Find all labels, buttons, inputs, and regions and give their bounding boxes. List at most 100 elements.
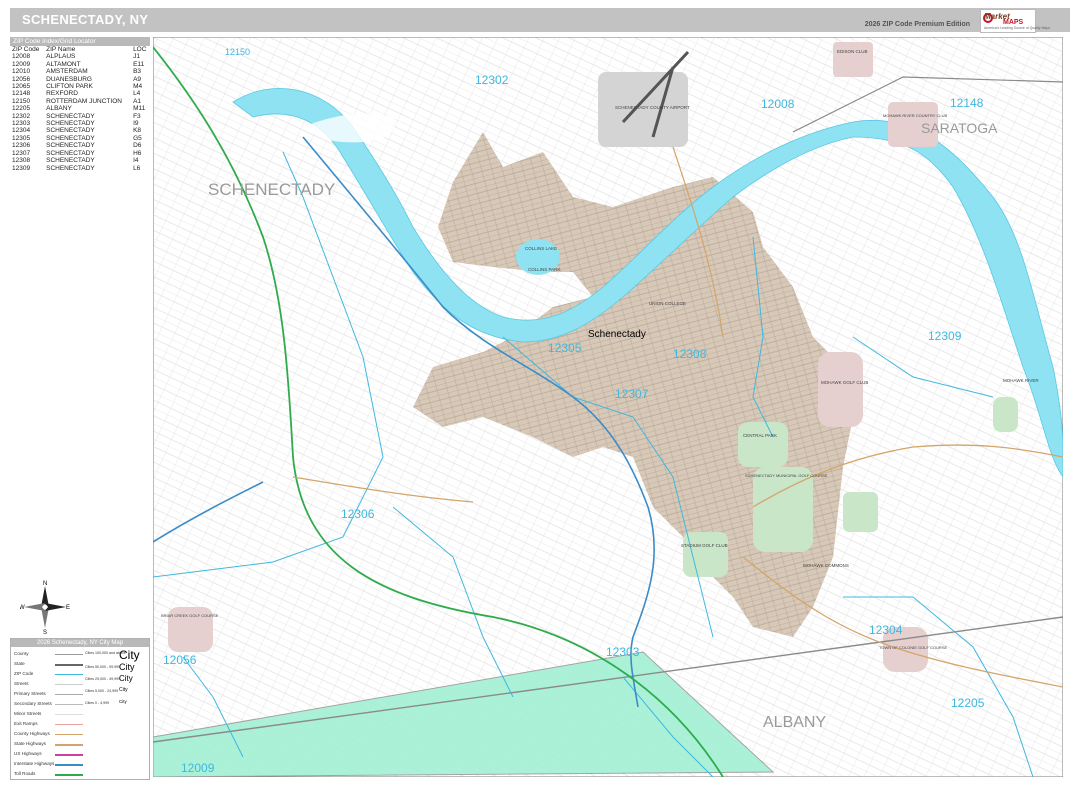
zip-code: 12205 [12,105,31,113]
zip-loc: L4 [133,90,141,98]
zip-loc: F3 [133,112,141,120]
zip-loc: E11 [133,60,145,68]
legend-symbol-primary [55,694,83,695]
zip-name: SCHENECTADY [46,142,95,150]
label-collins-lake: COLLINS LAKE [525,246,557,251]
legend-city-sample-1: City [119,648,140,662]
zip-label-12309: 12309 [928,329,962,343]
zip-code: 12009 [12,60,31,68]
legend-pop-note-4: Cities 5,000 - 24,999 [85,689,119,693]
compass-s: S [43,630,47,634]
label-central-park: CENTRAL PARK [743,433,777,438]
zip-index-row: 12305 SCHENECTADY G5 [10,135,150,142]
zip-loc: M11 [133,105,146,113]
legend-symbol-county [55,654,83,655]
legend-city-sample-4: City [119,687,128,693]
zip-label-12205: 12205 [951,696,985,710]
loc-col-header: LOC [133,46,147,53]
zip-label-12308: 12308 [673,347,707,361]
zip-name: ROTTERDAM JUNCTION [46,97,122,105]
legend-item-interstate: Interstate Highways [14,761,55,766]
zip-label-12303: 12303 [606,645,640,659]
city-label-schenectady: Schenectady [588,329,646,340]
logo-tagline: America's Leading Source of Quality Maps [984,26,1051,30]
legend-item-toll: Toll Roads [14,771,36,776]
legend-item-ramps: Exit Ramps [14,721,38,726]
edition-label: 2026 ZIP Code Premium Edition [864,21,970,28]
legend-symbol-us-hwy [55,754,83,756]
zip-name: SCHENECTADY [46,164,95,172]
zip-index-header-row: ZIP Code ZIP Name LOC [10,46,150,53]
central-park [738,422,788,467]
legend-symbol-secondary [55,704,83,705]
legend-item-zip: ZIP Code [14,671,34,676]
zip-name: SCHENECTADY [46,149,95,157]
zip-col-header: ZIP Code [12,46,40,53]
map-legend: 2026 Schenectady, NY City Map County Sta… [10,638,150,780]
zip-loc: D6 [133,142,142,150]
stadium-golf-club [683,532,728,577]
map-header: SCHENECTADY, NY 2026 ZIP Code Premium Ed… [10,8,1070,33]
label-mohawk-river: MOHAWK RIVER [1003,378,1039,383]
label-colonie-golf: TOWN OF COLONIE GOLF COURSE [879,645,947,650]
zip-loc: G5 [133,134,142,142]
zip-index-row: 12148 REXFORD L4 [10,90,150,97]
label-union-college: UNION COLLEGE [649,301,686,306]
legend-item-secondary: Secondary Streets [14,701,52,706]
zip-index-row: 12065 CLIFTON PARK M4 [10,83,150,90]
mohawk-golf-club [818,352,863,427]
zip-label-12150: 12150 [225,47,250,57]
legend-item-county: County [14,651,29,656]
zip-loc: A1 [133,97,142,105]
zip-index-row: 12302 SCHENECTADY F3 [10,113,150,120]
compass-rose-icon: N S W E [20,581,70,634]
zip-code: 12065 [12,83,31,91]
legend-pop-note-3: Cities 25,000 - 49,999 [85,677,121,681]
legend-city-sample-3: City [119,674,133,683]
zip-label-12148: 12148 [950,96,984,110]
label-collins-park: COLLINS PARK [528,267,560,272]
zip-name: ALBANY [46,105,72,113]
market-maps-logo: Market MAPS America's Leading Source of … [980,9,1050,33]
zip-code: 12304 [12,127,31,135]
map-canvas[interactable]: SCHENECTADY SARATOGA ALBANY Schenectady … [153,37,1063,777]
zip-code: 12056 [12,75,31,83]
zip-code: 12307 [12,149,31,157]
zip-name: SCHENECTADY [46,134,95,142]
label-stadium-golf: STADIUM GOLF CLUB [681,543,728,548]
zip-name: SCHENECTADY [46,127,95,135]
map-title: SCHENECTADY, NY [22,12,149,27]
zip-index-row: 12306 SCHENECTADY D6 [10,142,150,149]
zip-name: ALTAMONT [46,60,81,68]
zip-code: 12309 [12,164,31,172]
zip-index-row: 12205 ALBANY M11 [10,105,150,112]
legend-symbol-minor [55,714,83,715]
zip-name: CLIFTON PARK [46,83,93,91]
legend-symbol-interstate [55,764,83,766]
zip-index-row: 12304 SCHENECTADY K8 [10,127,150,134]
zip-loc: I9 [133,120,139,128]
label-edison-club: EDISON CLUB [837,49,868,54]
zip-index-row: 12308 SCHENECTADY I4 [10,157,150,164]
zip-index-table: ZIP Code ZIP Name LOC 12008 ALPLAUS J1 120… [10,46,150,172]
label-airport: SCHENECTADY COUNTY AIRPORT [615,105,690,110]
zip-loc: A9 [133,75,142,83]
county-label-schenectady: SCHENECTADY [208,180,335,199]
cemetery-area [843,492,878,532]
legend-city-sample-5: City [119,699,127,704]
zip-loc: J1 [133,53,140,61]
label-mohawk-commons: MOHAWK COMMONS [803,563,849,568]
zip-index-row: 12056 DUANESBURG A9 [10,76,150,83]
zip-code: 12305 [12,134,31,142]
legend-pop-note-5: Cities 0 - 4,999 [85,701,110,705]
legend-item-streets: Streets [14,681,29,686]
zip-loc: H6 [133,149,142,157]
zip-loc: M4 [133,83,143,91]
label-mohawk-river-country-club: MOHAWK RIVER COUNTRY CLUB [883,113,947,118]
county-label-albany: ALBANY [763,714,826,731]
legend-title: 2026 Schenectady, NY City Map [11,639,149,647]
logo-word-maps: MAPS [1003,19,1024,26]
compass-w: W [20,605,25,611]
legend-item-state-hwy: State Highways [14,741,46,746]
legend-symbol-ramps [55,724,83,725]
